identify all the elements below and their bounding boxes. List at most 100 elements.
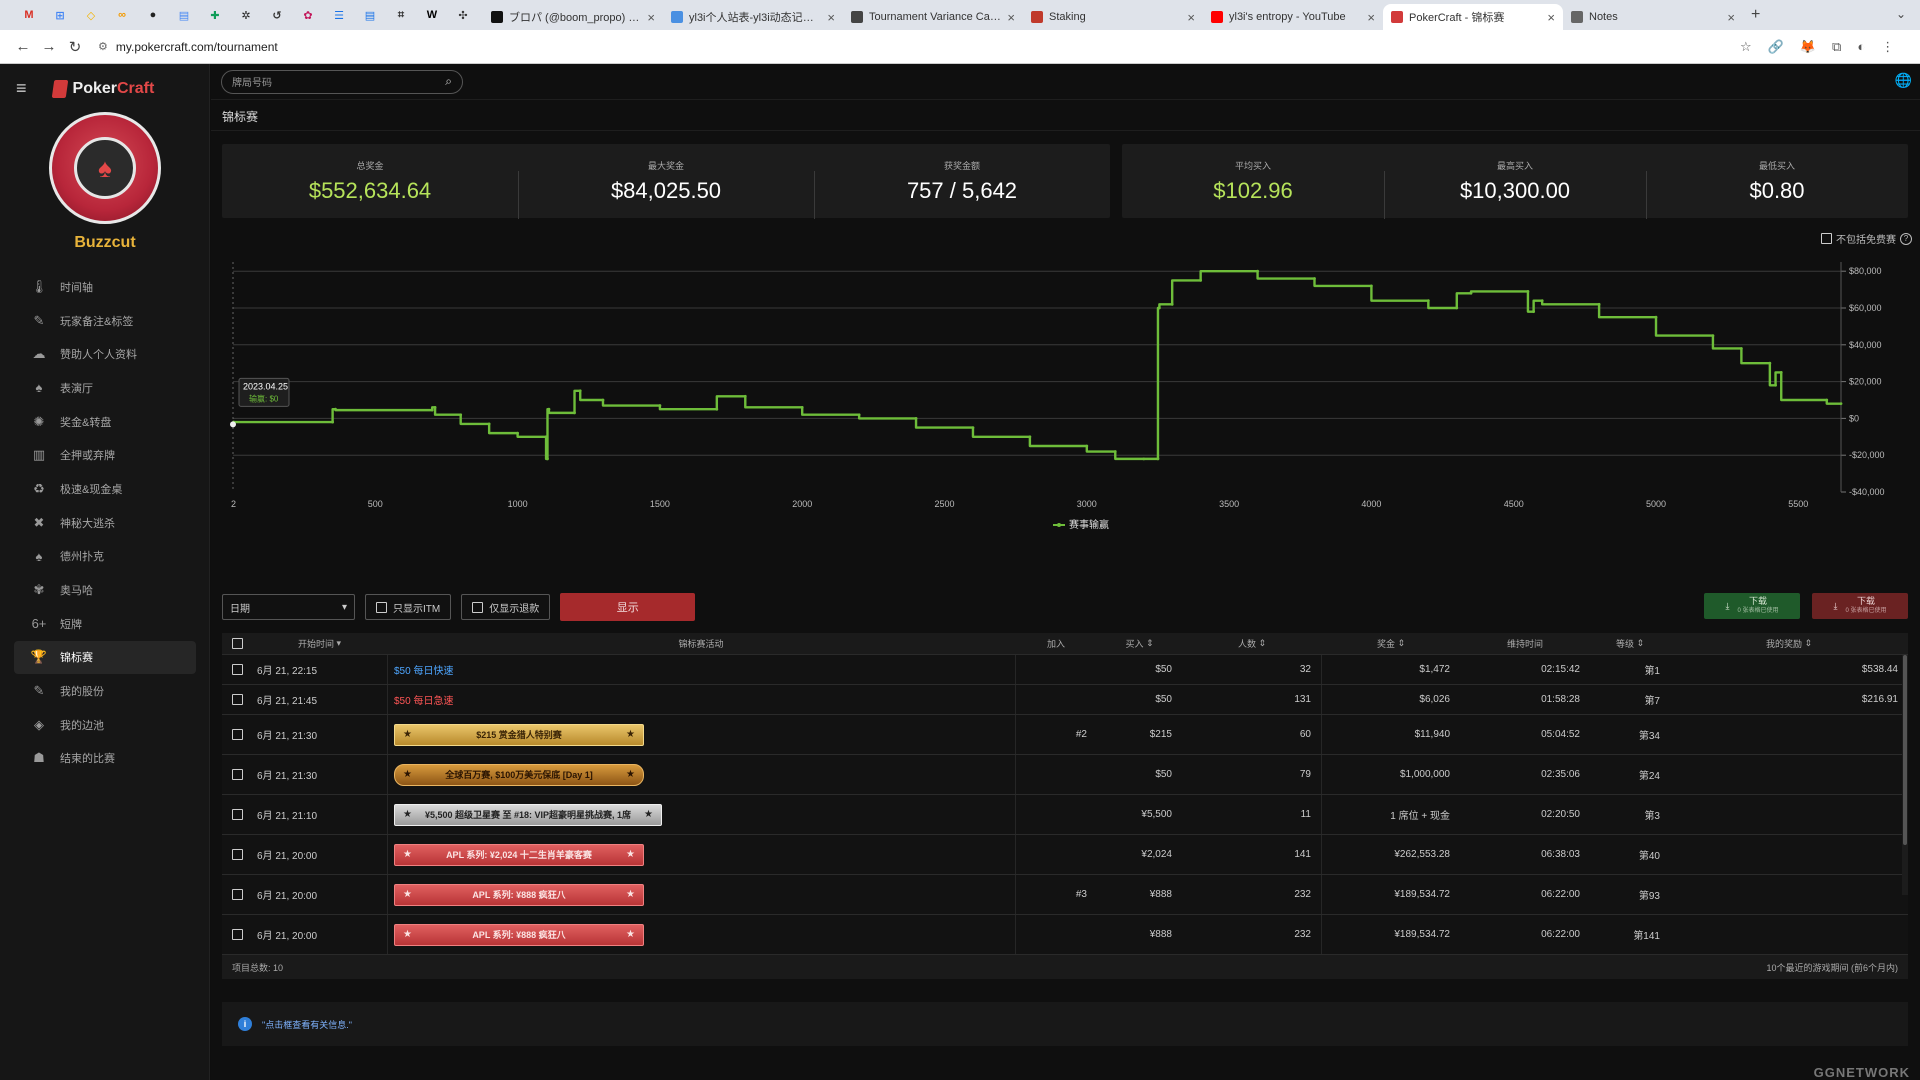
series-line[interactable]: [233, 270, 1841, 461]
row-checkbox-box[interactable]: [231, 729, 243, 740]
download-button-red[interactable]: ⤓ 下载 0 张表格已使用: [1812, 593, 1908, 619]
menu-timeline[interactable]: 🌡 时间轴: [14, 270, 196, 304]
tournament-banner[interactable]: ★ $215 赏金猎人特别赛 ★: [394, 723, 644, 746]
menu-notes[interactable]: ✎ 玩家备注&标签: [14, 304, 196, 338]
row-checkbox[interactable]: [222, 915, 252, 954]
row-tournament-name[interactable]: $50 每日急速: [387, 685, 1015, 714]
forward-icon[interactable]: →: [36, 38, 62, 55]
row-checkbox-box[interactable]: [231, 849, 243, 860]
row-checkbox-box[interactable]: [231, 809, 243, 820]
row-checkbox-box[interactable]: [231, 889, 243, 900]
url-field[interactable]: ⚙ my.pokercraft.com/tournament: [98, 35, 1728, 59]
table-row[interactable]: 6月 21, 21:30 ★ $215 赏金猎人特别赛 ★ #2 $215 60 $11,94…: [222, 715, 1908, 755]
row-checkbox[interactable]: [222, 715, 252, 754]
header-prize[interactable]: 奖金 ⇕: [1322, 633, 1460, 654]
row-checkbox-box[interactable]: [231, 929, 243, 940]
link-ext-icon[interactable]: 🔗: [1768, 39, 1784, 55]
table-row[interactable]: 6月 21, 21:45 $50 每日急速 $50 131 $6,026 01:58:28…: [222, 685, 1908, 715]
row-tournament-name[interactable]: ★ APL 系列: ¥888 疯狂八 ★: [387, 875, 1015, 914]
chevron-down-icon[interactable]: ⌄: [1896, 7, 1906, 21]
browser-tab[interactable]: ブロパ (@boom_propo) / X ×: [483, 4, 663, 30]
close-icon[interactable]: ×: [1727, 10, 1735, 25]
table-row[interactable]: 6月 21, 20:00 ★ APL 系列: ¥888 疯狂八 ★ #3 ¥888 232 ¥…: [222, 875, 1908, 915]
menu-spin[interactable]: ✺ 奖金&转盘: [14, 405, 196, 439]
row-tournament-name[interactable]: ★ $215 赏金猎人特别赛 ★: [387, 715, 1015, 754]
hamburger-icon[interactable]: ≡: [16, 78, 27, 99]
w-icon[interactable]: W: [421, 6, 443, 24]
row-checkbox-box[interactable]: [231, 694, 243, 705]
menu-shortdeck[interactable]: 6+ 短牌: [14, 607, 196, 641]
tournament-link[interactable]: $50 每日急速: [394, 692, 453, 707]
docs-icon[interactable]: ▤: [173, 6, 195, 24]
menu-shares[interactable]: ✎ 我的股份: [14, 674, 196, 708]
header-start-time[interactable]: 开始时间 ▾: [252, 633, 387, 654]
row-checkbox-box[interactable]: [231, 769, 243, 780]
header-rank[interactable]: 等级 ⇕: [1590, 633, 1670, 654]
grid-icon[interactable]: ⌗: [390, 6, 412, 24]
new-tab-icon[interactable]: +: [1751, 6, 1760, 24]
row-checkbox[interactable]: [222, 685, 252, 714]
fox-ext-icon[interactable]: 🦊: [1800, 39, 1816, 55]
table-scrollbar[interactable]: [1902, 655, 1908, 895]
row-checkbox[interactable]: [222, 655, 252, 684]
select-all-checkbox[interactable]: [222, 633, 252, 654]
tournament-link[interactable]: $50 每日快速: [394, 662, 453, 677]
show-button[interactable]: 显示: [560, 593, 696, 621]
download-button-green[interactable]: ⤓ 下载 0 张表格已使用: [1704, 593, 1800, 619]
more-icon[interactable]: ⋮: [1881, 39, 1894, 55]
row-tournament-name[interactable]: ★ APL 系列: ¥2,024 十二生肖羊豪客赛 ★: [387, 835, 1015, 874]
browser-tab[interactable]: yl3i's entropy - YouTube ×: [1203, 4, 1383, 30]
table-row[interactable]: 6月 21, 20:00 ★ APL 系列: ¥2,024 十二生肖羊豪客赛 ★ ¥2,…: [222, 835, 1908, 875]
browser-tab[interactable]: Notes ×: [1563, 4, 1743, 30]
logo-text[interactable]: PokerCraft: [73, 80, 155, 98]
menu-hall[interactable]: ♠ 表演厅: [14, 371, 196, 405]
info-text[interactable]: "点击框查看有关信息.": [262, 1018, 352, 1031]
table-row[interactable]: 6月 21, 21:30 ★ 全球百万赛, $100万美元保底 [Day 1] ★ $5…: [222, 755, 1908, 795]
menu-allin[interactable]: ▥ 全押或弃牌: [14, 438, 196, 472]
table-row[interactable]: 6月 21, 22:15 $50 每日快速 $50 32 $1,472 02:15:42 第…: [222, 655, 1908, 685]
tournament-banner[interactable]: ★ APL 系列: ¥888 疯狂八 ★: [394, 923, 644, 946]
close-icon[interactable]: ×: [1007, 10, 1015, 25]
reload-icon[interactable]: ↻: [62, 38, 88, 56]
github-icon[interactable]: ●: [142, 6, 164, 24]
exclude-checkbox[interactable]: [1821, 233, 1832, 244]
close-icon[interactable]: ×: [647, 10, 655, 25]
back-icon[interactable]: ←: [10, 38, 36, 55]
menu-finished[interactable]: ☗ 结束的比赛: [14, 742, 196, 776]
row-checkbox[interactable]: [222, 755, 252, 794]
tournament-banner[interactable]: ★ ¥5,500 超级卫星赛 至 #18: VIP超豪明星挑战赛, 1席 ★: [394, 803, 662, 826]
header-buyin[interactable]: 买入 ⇕: [1097, 633, 1182, 654]
scrollbar-thumb[interactable]: [1903, 655, 1907, 845]
row-tournament-name[interactable]: ★ APL 系列: ¥888 疯狂八 ★: [387, 915, 1015, 954]
row-checkbox[interactable]: [222, 875, 252, 914]
row-checkbox[interactable]: [222, 795, 252, 834]
row-tournament-name[interactable]: $50 每日快速: [387, 655, 1015, 684]
row-tournament-name[interactable]: ★ ¥5,500 超级卫星赛 至 #18: VIP超豪明星挑战赛, 1席 ★: [387, 795, 1015, 834]
browser-tab[interactable]: yl3i个人站表-yl3i动态记录-寿司 ×: [663, 4, 843, 30]
puzzle-ext-icon[interactable]: ⧉: [1832, 39, 1841, 55]
menu-omaha[interactable]: ✾ 奥马哈: [14, 573, 196, 607]
table-row[interactable]: 6月 21, 21:10 ★ ¥5,500 超级卫星赛 至 #18: VIP超豪明星…: [222, 795, 1908, 835]
row-checkbox-box[interactable]: [231, 664, 243, 675]
row-checkbox[interactable]: [222, 835, 252, 874]
docs2-icon[interactable]: ▤: [359, 6, 381, 24]
tournament-banner[interactable]: ★ APL 系列: ¥2,024 十二生肖羊豪客赛 ★: [394, 843, 644, 866]
itm-only-checkbox[interactable]: 只显示ITM: [365, 594, 452, 620]
legend-label[interactable]: 赛事输赢: [1069, 518, 1109, 531]
link-icon[interactable]: ∞: [111, 6, 133, 24]
profile-icon[interactable]: ◐: [1857, 39, 1865, 55]
browser-tab[interactable]: PokerCraft - 锦标赛 ×: [1383, 4, 1563, 30]
drive-icon[interactable]: ⊞: [49, 6, 71, 24]
close-icon[interactable]: ×: [1547, 10, 1555, 25]
date-select[interactable]: 日期 ▾: [222, 594, 355, 620]
menu-rush[interactable]: ♻ 极速&现金桌: [14, 472, 196, 506]
history-icon[interactable]: ↺: [266, 6, 288, 24]
openai-icon[interactable]: ✲: [235, 6, 257, 24]
menu-mystery[interactable]: ✖ 神秘大逃杀: [14, 506, 196, 540]
site-info-icon[interactable]: ⚙: [98, 40, 108, 53]
puzzle-icon[interactable]: ✣: [452, 6, 474, 24]
app-icon[interactable]: ✿: [297, 6, 319, 24]
menu-tournament[interactable]: 🏆 锦标赛: [14, 640, 196, 675]
menu-sponsor[interactable]: ☁ 赞助人个人资料: [14, 337, 196, 371]
browser-tab[interactable]: Tournament Variance Calculator ×: [843, 4, 1023, 30]
